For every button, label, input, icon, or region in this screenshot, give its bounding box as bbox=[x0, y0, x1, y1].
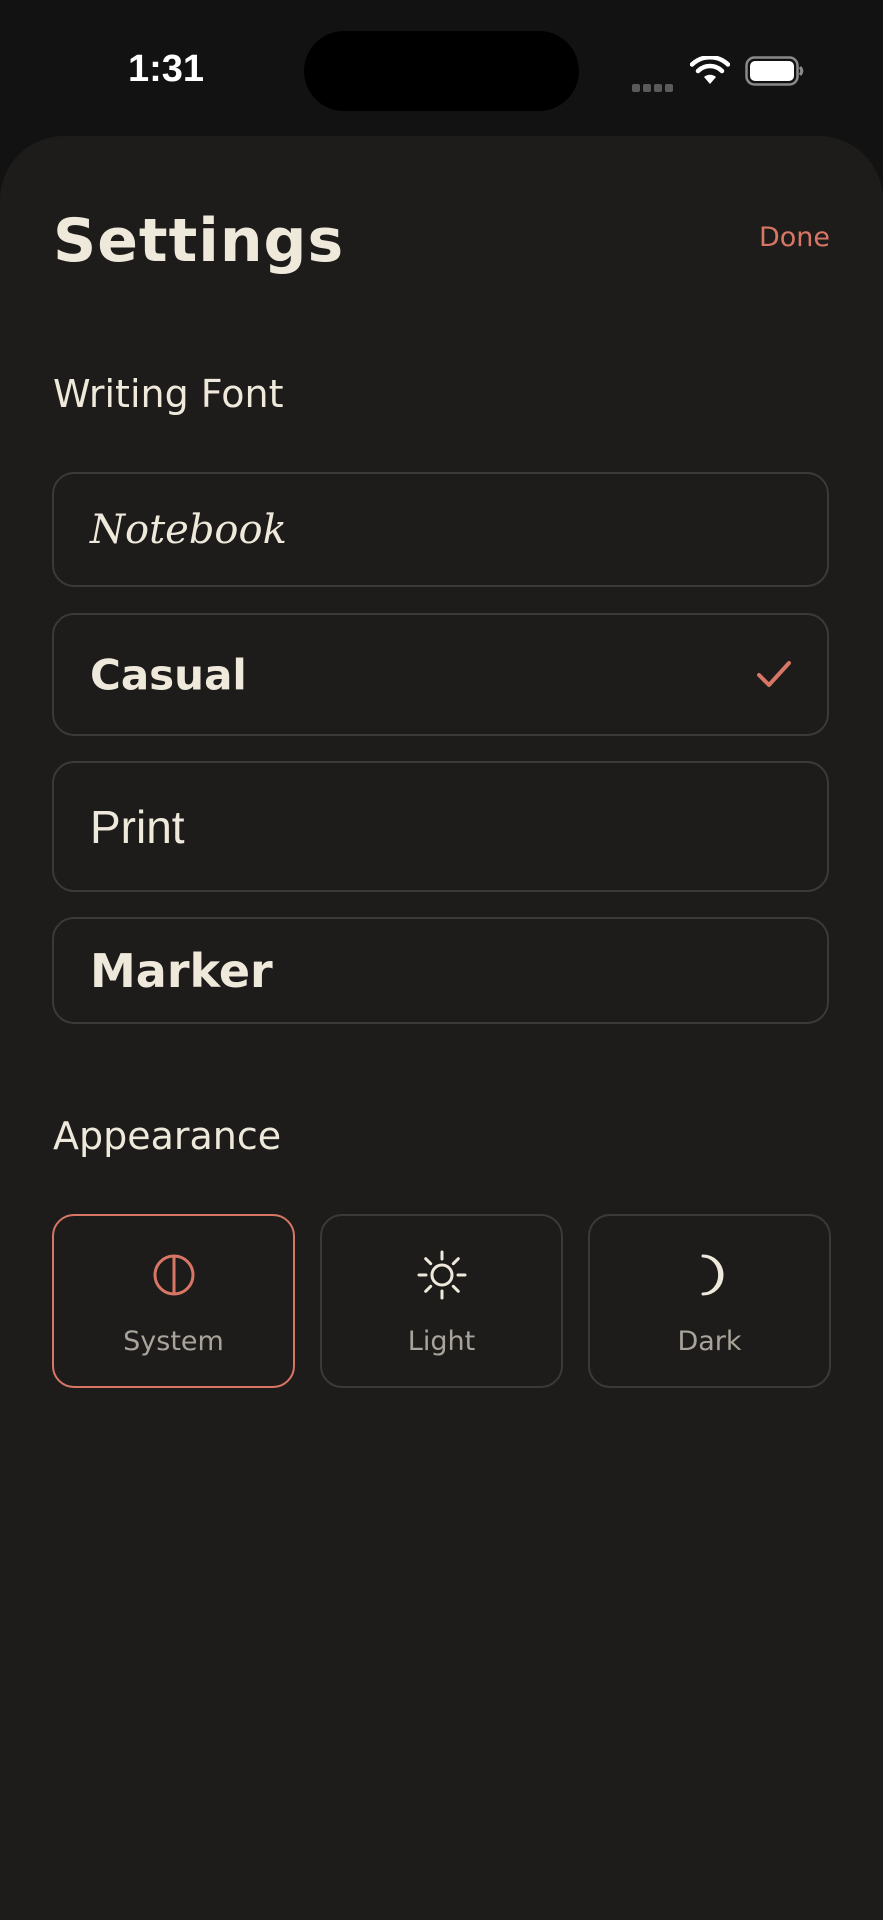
appearance-option-system[interactable]: System bbox=[52, 1214, 295, 1388]
appearance-option-light[interactable]: Light bbox=[320, 1214, 563, 1388]
font-option-casual[interactable]: Casual bbox=[52, 613, 829, 736]
font-option-label: Notebook bbox=[90, 506, 287, 553]
settings-screen: 1:31 Settings Done Writing Font Notebook… bbox=[0, 0, 883, 1920]
sun-icon bbox=[417, 1250, 466, 1300]
appearance-option-label: Light bbox=[407, 1326, 476, 1357]
wifi-icon bbox=[690, 56, 730, 84]
writing-font-heading: Writing Font bbox=[53, 372, 284, 416]
font-option-label: Marker bbox=[90, 943, 273, 998]
status-time: 1:31 bbox=[128, 48, 205, 90]
dynamic-island bbox=[304, 31, 579, 111]
battery-icon bbox=[745, 56, 804, 86]
appearance-option-label: System bbox=[123, 1326, 224, 1357]
font-option-label: Casual bbox=[90, 650, 247, 699]
checkmark-icon bbox=[757, 660, 791, 687]
appearance-option-label: Dark bbox=[677, 1326, 742, 1357]
settings-sheet: Settings Done Writing Font Notebook Casu… bbox=[0, 136, 883, 1920]
cellular-signal-icon bbox=[632, 77, 676, 92]
appearance-option-dark[interactable]: Dark bbox=[588, 1214, 831, 1388]
appearance-heading: Appearance bbox=[53, 1114, 282, 1158]
status-bar: 1:31 bbox=[0, 0, 883, 130]
half-circle-icon bbox=[153, 1254, 194, 1296]
font-option-marker[interactable]: Marker bbox=[52, 917, 829, 1024]
page-title: Settings bbox=[53, 206, 345, 276]
moon-icon bbox=[701, 1254, 723, 1296]
font-option-print[interactable]: Print bbox=[52, 761, 829, 892]
font-option-notebook[interactable]: Notebook bbox=[52, 472, 829, 587]
font-option-label: Print bbox=[90, 800, 185, 853]
done-button[interactable]: Done bbox=[759, 222, 830, 253]
